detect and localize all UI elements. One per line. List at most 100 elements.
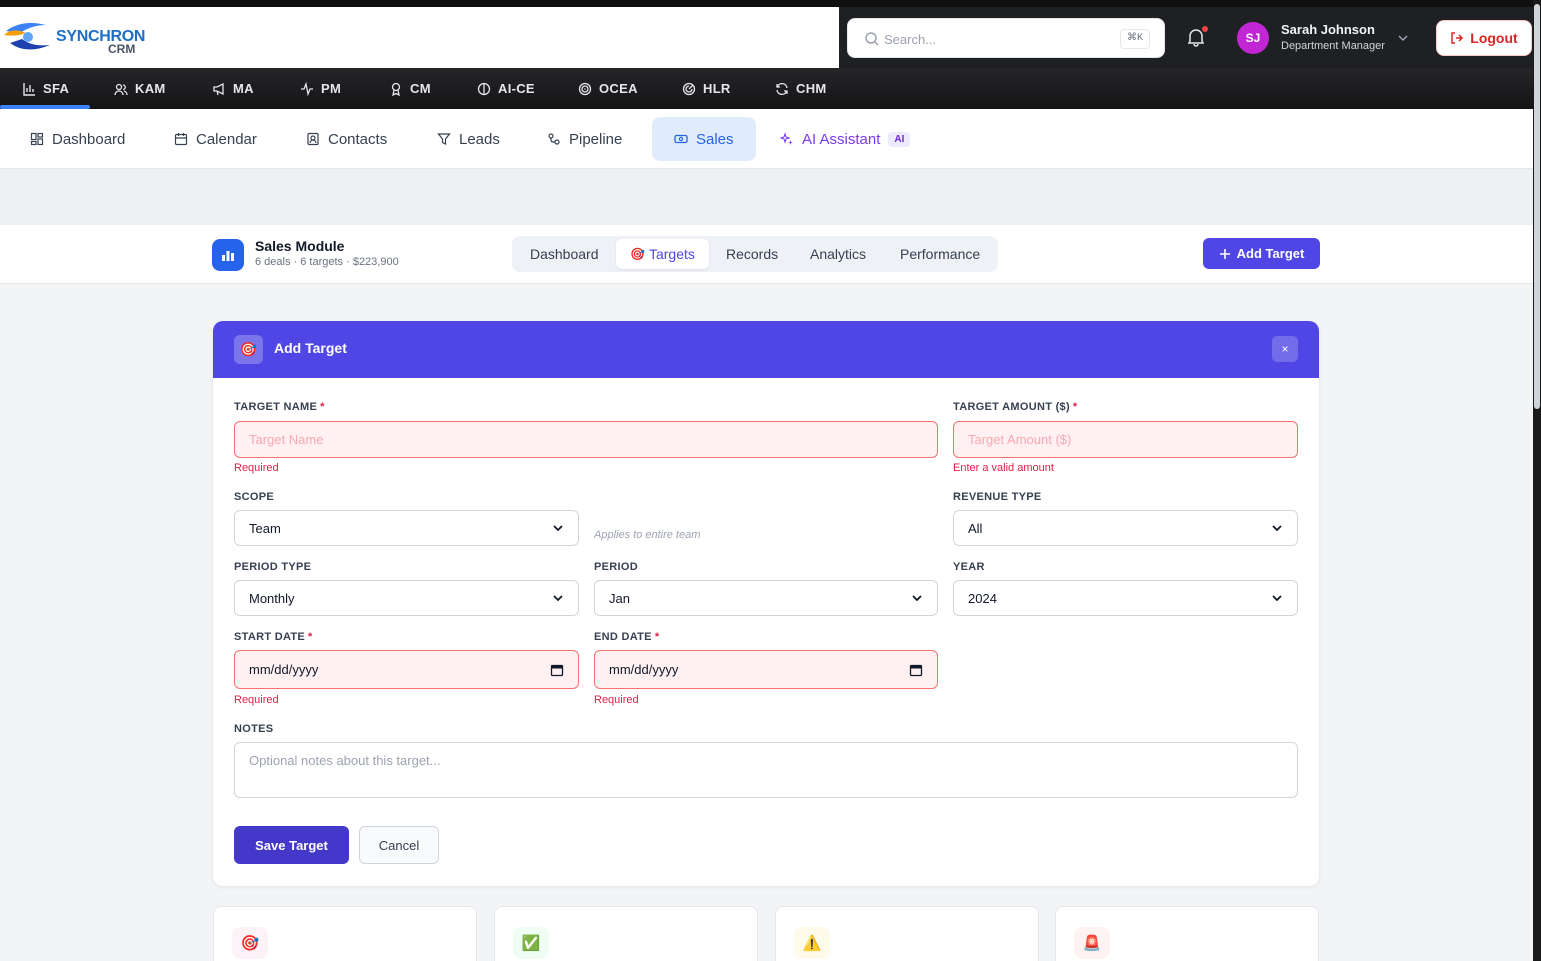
period-type-value: Monthly bbox=[249, 590, 295, 606]
global-search[interactable]: ⌘K bbox=[847, 18, 1165, 58]
module-ai-ce[interactable]: AI-CE bbox=[477, 68, 535, 109]
target-icon: 🎯 bbox=[232, 927, 268, 959]
module-sfa[interactable]: SFA bbox=[22, 68, 69, 109]
award-icon bbox=[391, 82, 401, 96]
target-icon: 🎯 bbox=[630, 247, 645, 261]
sparkles-icon bbox=[780, 132, 793, 145]
cancel-button[interactable]: Cancel bbox=[359, 826, 439, 864]
logout-button[interactable]: Logout bbox=[1436, 20, 1532, 56]
filter-icon bbox=[437, 133, 451, 145]
search-icon bbox=[865, 32, 879, 46]
start-date-input[interactable]: mm/dd/yyyy bbox=[234, 650, 579, 689]
end-date-label: END DATE * bbox=[594, 631, 660, 643]
period-label: PERIOD bbox=[594, 561, 638, 573]
bar-chart-icon bbox=[222, 251, 234, 261]
stat-card-achieved: ✅ bbox=[494, 906, 758, 961]
button-label: Add Target bbox=[1236, 246, 1305, 261]
start-date-value: mm/dd/yyyy bbox=[249, 662, 319, 677]
module-ocea[interactable]: OCEA bbox=[578, 68, 638, 109]
module-hlr[interactable]: HLR bbox=[682, 68, 731, 109]
tab-analytics[interactable]: Analytics bbox=[796, 239, 880, 269]
nav-ai-assistant[interactable]: AI Assistant AI bbox=[758, 117, 932, 161]
end-date-input[interactable]: mm/dd/yyyy bbox=[594, 650, 938, 689]
start-date-error: Required bbox=[234, 694, 279, 706]
end-date-value: mm/dd/yyyy bbox=[609, 662, 679, 677]
year-select[interactable]: 2024 bbox=[953, 580, 1298, 616]
tab-label: Records bbox=[726, 246, 779, 262]
nav-calendar[interactable]: Calendar bbox=[152, 117, 279, 161]
target-name-field[interactable] bbox=[234, 421, 938, 458]
target-icon: 🎯 bbox=[234, 335, 263, 364]
sales-module-header: Sales Module 6 deals · 6 targets · $223,… bbox=[0, 225, 1533, 284]
user-name[interactable]: Sarah Johnson bbox=[1281, 22, 1375, 37]
nav-pipeline[interactable]: Pipeline bbox=[525, 117, 644, 161]
top-bar: SYNCHRON CRM ⌘K SJ Sarah Johnson Departm… bbox=[0, 0, 1541, 68]
save-target-button[interactable]: Save Target bbox=[234, 826, 349, 864]
chevron-down-icon bbox=[1272, 595, 1282, 602]
content-band bbox=[0, 170, 1533, 225]
refresh-icon bbox=[776, 82, 788, 95]
add-target-button[interactable]: Add Target bbox=[1203, 238, 1320, 269]
stat-card-critical: 🚨 bbox=[1055, 906, 1319, 961]
nav-dashboard[interactable]: Dashboard bbox=[8, 117, 147, 161]
chevron-down-icon[interactable] bbox=[1396, 31, 1410, 45]
module-title: Sales Module bbox=[255, 238, 345, 254]
target-amount-field[interactable] bbox=[953, 421, 1298, 458]
close-button[interactable]: × bbox=[1272, 336, 1298, 362]
tab-dashboard[interactable]: Dashboard bbox=[516, 239, 613, 269]
logout-icon bbox=[1451, 32, 1464, 44]
notes-textarea[interactable] bbox=[249, 753, 1283, 789]
calendar-icon bbox=[174, 133, 188, 146]
module-label: SFA bbox=[43, 81, 70, 96]
chevron-down-icon bbox=[912, 595, 922, 602]
users-icon bbox=[114, 83, 128, 95]
form-header: 🎯 Add Target × bbox=[213, 321, 1319, 378]
chevron-down-icon bbox=[553, 525, 563, 532]
period-value: Jan bbox=[609, 590, 630, 606]
module-kam[interactable]: KAM bbox=[114, 68, 166, 109]
notification-dot bbox=[1201, 25, 1209, 33]
end-date-error: Required bbox=[594, 694, 639, 706]
activity-icon bbox=[301, 81, 313, 96]
nav-contacts[interactable]: Contacts bbox=[284, 117, 409, 161]
tab-performance[interactable]: Performance bbox=[886, 239, 994, 269]
tab-label: Targets bbox=[648, 246, 695, 262]
sub-navigation: Dashboard Calendar Contacts Leads Pipeli… bbox=[0, 109, 1533, 169]
logo-area: SYNCHRON CRM bbox=[0, 7, 839, 68]
nav-sales[interactable]: Sales bbox=[652, 117, 756, 161]
scrollbar-thumb[interactable] bbox=[1534, 4, 1540, 409]
warning-icon: ⚠️ bbox=[794, 927, 830, 959]
module-pm[interactable]: PM bbox=[300, 68, 341, 109]
module-label: OCEA bbox=[599, 81, 638, 96]
target-name-input[interactable] bbox=[249, 432, 923, 447]
scope-select[interactable]: Team bbox=[234, 510, 579, 546]
stat-card-targets: 🎯 bbox=[213, 906, 477, 961]
module-label: CHM bbox=[796, 81, 827, 96]
ticket-icon bbox=[674, 134, 688, 144]
calendar-icon[interactable] bbox=[909, 663, 923, 677]
calendar-icon[interactable] bbox=[550, 663, 564, 677]
period-select[interactable]: Jan bbox=[594, 580, 938, 616]
avatar[interactable]: SJ bbox=[1237, 22, 1269, 54]
search-shortcut: ⌘K bbox=[1119, 29, 1150, 49]
revenue-type-select[interactable]: All bbox=[953, 510, 1298, 546]
nav-label: Pipeline bbox=[569, 130, 623, 148]
module-cm[interactable]: CM bbox=[389, 68, 431, 109]
module-ma[interactable]: MA bbox=[212, 68, 254, 109]
form-title: Add Target bbox=[274, 340, 347, 356]
sales-module-icon bbox=[212, 239, 244, 271]
scope-value: Team bbox=[249, 520, 281, 536]
search-input[interactable] bbox=[884, 27, 1114, 51]
notes-field[interactable] bbox=[234, 742, 1298, 798]
module-label: PM bbox=[321, 81, 342, 96]
target-amount-input[interactable] bbox=[968, 432, 1283, 447]
module-label: AI-CE bbox=[498, 81, 535, 96]
tab-records[interactable]: Records bbox=[712, 239, 792, 269]
module-chm[interactable]: CHM bbox=[775, 68, 827, 109]
nav-leads[interactable]: Leads bbox=[415, 117, 522, 161]
revenue-type-value: All bbox=[968, 520, 983, 536]
top-strip bbox=[0, 0, 1541, 7]
scope-label: SCOPE bbox=[234, 491, 275, 503]
period-type-select[interactable]: Monthly bbox=[234, 580, 579, 616]
tab-targets[interactable]: 🎯 Targets bbox=[616, 239, 709, 269]
